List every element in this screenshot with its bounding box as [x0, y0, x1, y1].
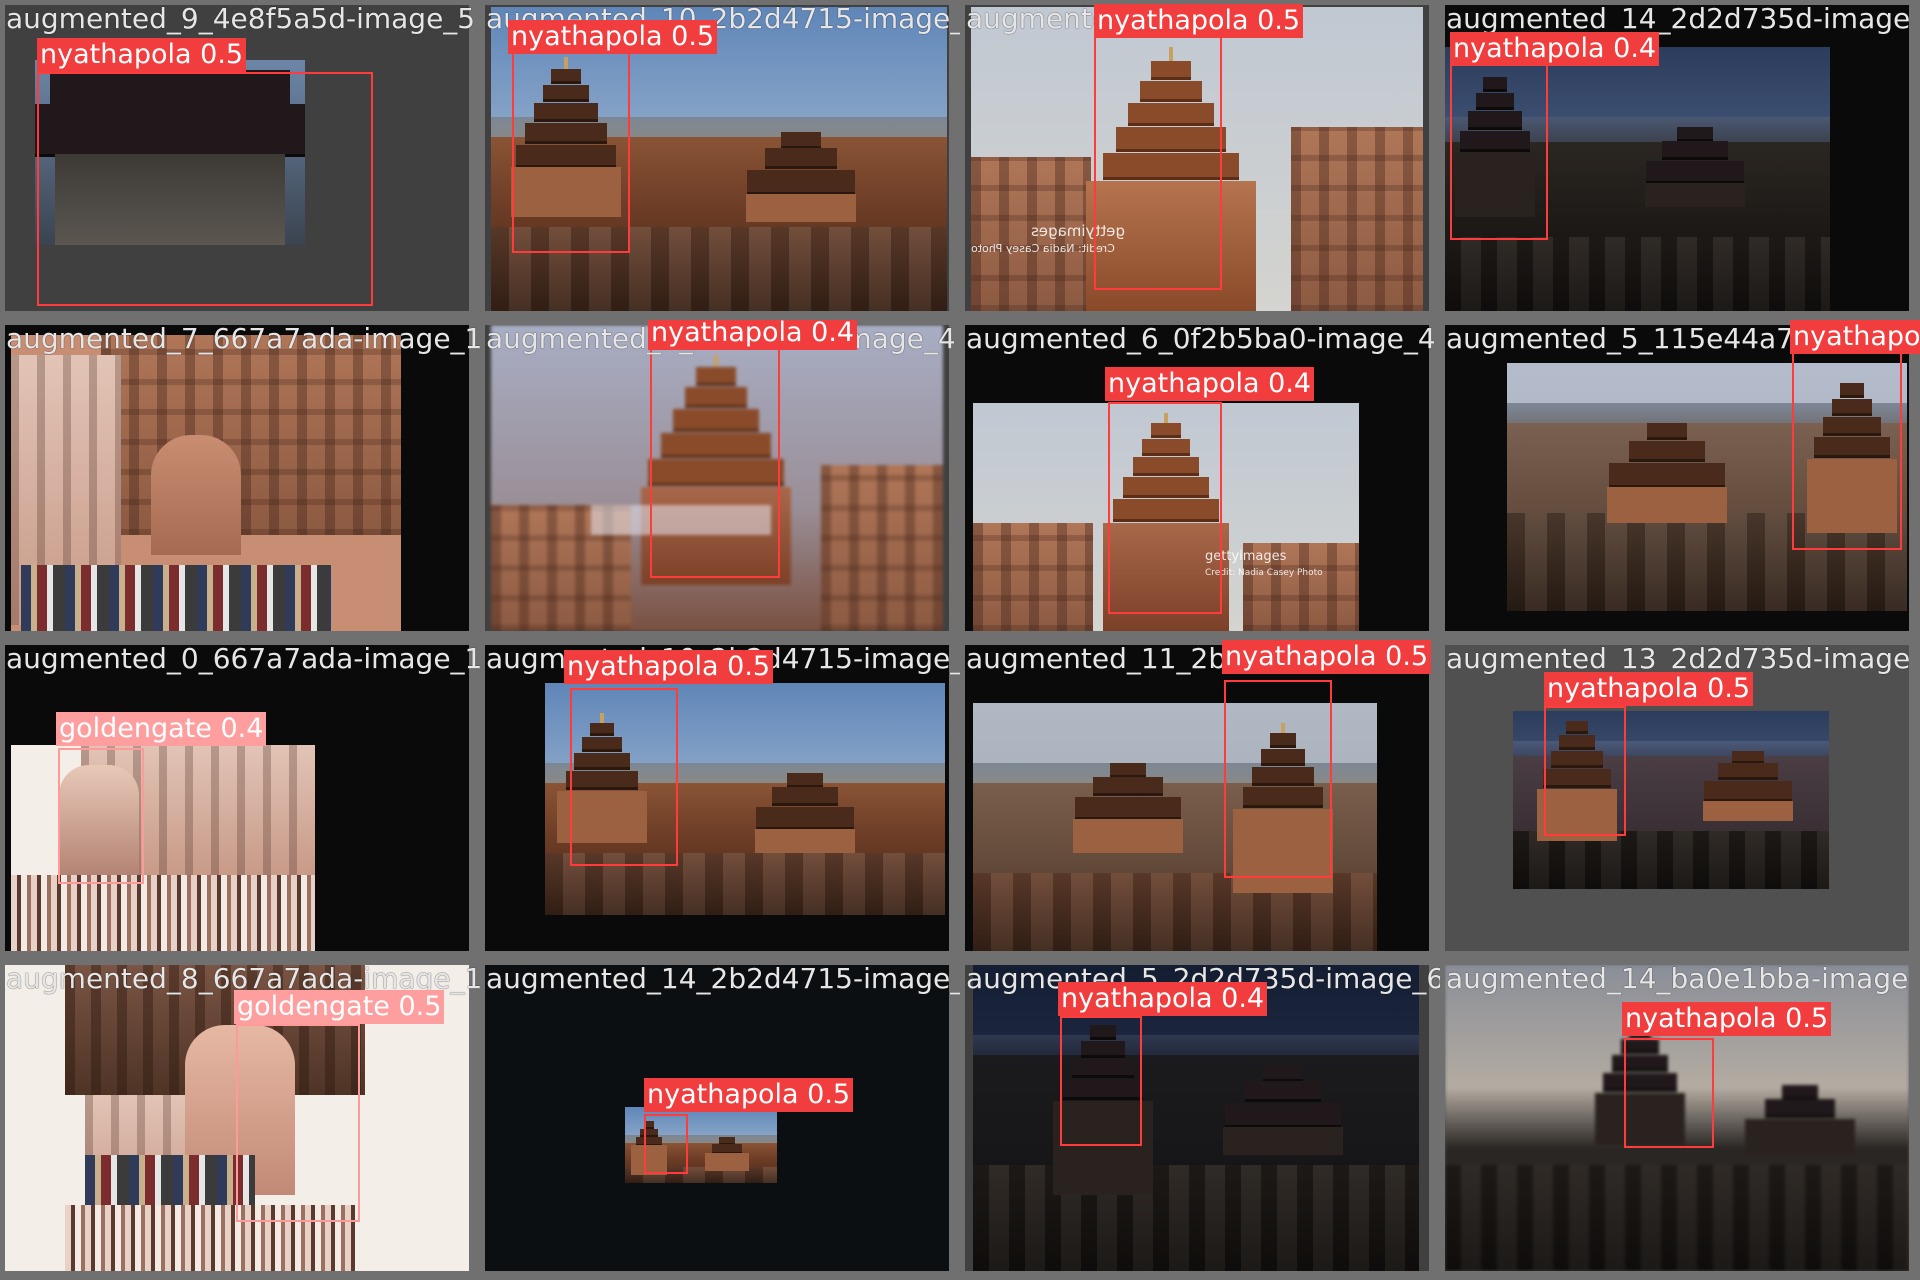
tile-10-detection-label: nyathapola 0.5	[1222, 640, 1432, 674]
tile-9-detection-label: nyathapola 0.5	[564, 650, 774, 684]
tile-2-detection-label: nyathapola 0.5	[1094, 4, 1304, 38]
tile-13-image	[485, 965, 949, 1271]
tile-0-bbox	[37, 72, 373, 306]
tile-0-filename: augmented_9_4e8f5a5d-image_5	[6, 2, 476, 35]
tile-4-filename: augmented_7_667a7ada-image_1	[6, 322, 480, 355]
tile-12-detection-label: goldengate 0.5	[234, 990, 445, 1024]
tile-15-bbox	[1624, 1038, 1714, 1148]
tile-1[interactable]: augmented_10_2b2d4715-image_1 nyathapola…	[480, 0, 960, 320]
tile-15-filename: augmented_14_ba0e1bba-image	[1446, 962, 1909, 995]
tile-11-detection-label: nyathapola 0.5	[1544, 672, 1754, 706]
tile-6[interactable]: gettyimages Credit: Nadia Casey Photo au…	[960, 320, 1440, 640]
tile-4-image	[5, 325, 469, 631]
tile-11-filename: augmented_13_2d2d735d-image	[1446, 642, 1911, 675]
tile-3-bbox	[1450, 60, 1548, 240]
tile-5-bbox	[650, 344, 780, 578]
tile-12[interactable]: augmented_8_667a7ada-image_1 goldengate …	[0, 960, 480, 1280]
tile-1-bbox	[512, 47, 630, 253]
tile-6-detection-label: nyathapola 0.4	[1105, 367, 1315, 401]
tile-5-detection-label: nyathapola 0.4	[648, 320, 858, 350]
tile-12-bbox	[236, 1024, 360, 1222]
tile-5[interactable]: augmented_9_0f2b5ba0-image_4 nyathapola …	[480, 320, 960, 640]
tile-4-photo	[11, 335, 401, 631]
tile-13-detection-label: nyathapola 0.5	[644, 1078, 854, 1112]
tile-8-photo	[11, 745, 315, 951]
tile-15[interactable]: augmented_14_ba0e1bba-image nyathapola 0…	[1440, 960, 1920, 1280]
tile-2[interactable]: gettyimages Credit: Nadia Casey Photo au…	[960, 0, 1440, 320]
tile-9-image	[485, 645, 949, 951]
tile-3[interactable]: augmented_14_2d2d735d-image nyathapola 0…	[1440, 0, 1920, 320]
image-grid: augmented_9_4e8f5a5d-image_5 nyathapola …	[0, 0, 1920, 1280]
tile-10-bbox	[1224, 680, 1332, 878]
tile-15-detection-label: nyathapola 0.5	[1622, 1002, 1832, 1036]
tile-9[interactable]: augmented_10_2b2d4715-image_1 nyathapola…	[480, 640, 960, 960]
tile-10-filename: augmented_11_2b	[966, 642, 1227, 675]
tile-4[interactable]: augmented_7_667a7ada-image_1	[0, 320, 480, 640]
tile-14[interactable]: augmented_5_2d2d735d-image_6 nyathapola …	[960, 960, 1440, 1280]
tile-10-image	[965, 645, 1429, 951]
tile-1-detection-label: nyathapola 0.5	[508, 20, 718, 54]
tile-10[interactable]: augmented_11_2b nyathapola 0.5	[960, 640, 1440, 960]
tile-8-filename: augmented_0_667a7ada-image_1	[6, 642, 480, 675]
tile-9-bbox	[570, 688, 678, 866]
tile-6-bbox	[1108, 402, 1222, 614]
tile-13[interactable]: augmented_14_2b2d4715-image_1 nyathapola…	[480, 960, 960, 1280]
tile-11[interactable]: augmented_13_2d2d735d-image nyathapola 0…	[1440, 640, 1920, 960]
tile-0[interactable]: augmented_9_4e8f5a5d-image_5 nyathapola …	[0, 0, 480, 320]
tile-2-bbox	[1094, 32, 1222, 290]
tile-7[interactable]: augmented_5_115e44a7 nyathapola	[1440, 320, 1920, 640]
tile-6-watermark-credit: Credit: Nadia Casey Photo	[1205, 568, 1323, 578]
tile-13-bbox	[644, 1114, 688, 1174]
tile-8-bbox	[58, 748, 144, 884]
tile-7-filename: augmented_5_115e44a7	[1446, 322, 1794, 355]
tile-14-detection-label: nyathapola 0.4	[1058, 982, 1268, 1016]
tile-8[interactable]: augmented_0_667a7ada-image_1 goldengate …	[0, 640, 480, 960]
tile-6-filename: augmented_6_0f2b5ba0-image_4	[966, 322, 1436, 355]
tile-0-detection-label: nyathapola 0.5	[37, 38, 247, 72]
tile-13-filename: augmented_14_2b2d4715-image_1	[486, 962, 960, 995]
tile-8-detection-label: goldengate 0.4	[56, 712, 267, 746]
tile-3-detection-label: nyathapola 0.4	[1450, 32, 1660, 66]
tile-7-bbox	[1792, 350, 1902, 550]
tile-3-filename: augmented_14_2d2d735d-image	[1446, 2, 1911, 35]
tile-7-detection-label: nyathapola	[1790, 320, 1920, 354]
tile-11-bbox	[1544, 706, 1626, 836]
tile-14-bbox	[1060, 1016, 1142, 1146]
